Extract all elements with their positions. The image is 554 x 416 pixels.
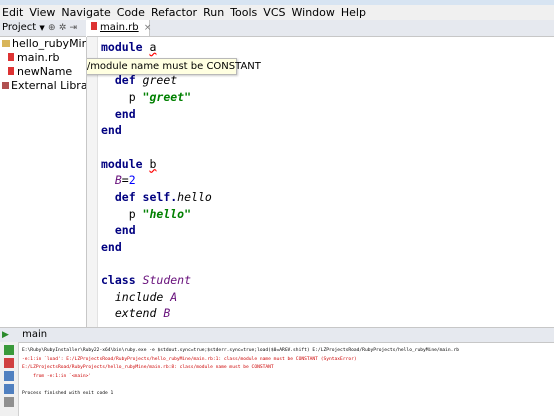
- code-token: B: [163, 306, 171, 321]
- project-view-label: Project: [2, 22, 37, 33]
- console-line: E:\Ruby\RubyInstaller\Ruby22-x64\bin\rub…: [22, 348, 459, 353]
- run-console-output[interactable]: E:\Ruby\RubyInstaller\Ruby22-x64\bin\rub…: [20, 343, 554, 416]
- tree-item-label: hello_rubyMine: [12, 37, 86, 50]
- console-line: Process finished with exit code 1: [22, 390, 114, 396]
- code-token: p: [101, 89, 143, 104]
- code-token: hello: [177, 189, 212, 204]
- tree-item-main-rb[interactable]: main.rb: [8, 51, 60, 65]
- project-panel-header: Project ▼ ⊕ ✲ ⇥: [0, 20, 86, 37]
- tree-item-external-libraries[interactable]: External Libraries: [2, 79, 87, 93]
- code-token: b: [149, 156, 157, 171]
- code-editor[interactable]: module a def greet p "greet" end end modul…: [87, 37, 554, 327]
- run-panel-header: ▶ main: [0, 327, 554, 343]
- code-line[interactable]: B=2: [101, 173, 136, 187]
- tree-item-label: main.rb: [17, 51, 60, 64]
- menu-refactor[interactable]: Refactor: [149, 5, 201, 20]
- code-line[interactable]: module b: [101, 157, 156, 171]
- ruby-file-icon: [8, 53, 14, 61]
- code-token: self.: [142, 189, 178, 204]
- library-icon: [2, 82, 9, 89]
- tab-main-rb[interactable]: main.rb ×: [87, 20, 152, 36]
- code-line[interactable]: end: [101, 240, 122, 254]
- code-token: def: [101, 73, 143, 88]
- code-line[interactable]: p "greet": [101, 90, 191, 104]
- scroll-up-icon[interactable]: [4, 371, 14, 381]
- code-line[interactable]: def greet: [101, 73, 177, 87]
- menu-bar: Edit View Navigate Code Refactor Run Tools VCS W…: [0, 5, 554, 20]
- chevron-down-icon: ▼: [39, 24, 45, 32]
- code-token: def: [101, 189, 143, 204]
- tree-item-project-root[interactable]: hello_rubyMine (D: [2, 37, 86, 51]
- menu-tools[interactable]: Tools: [228, 5, 261, 20]
- code-line[interactable]: module a: [101, 40, 156, 54]
- close-tab-icon[interactable]: ×: [144, 23, 152, 33]
- settings-icon[interactable]: ✲: [59, 23, 67, 33]
- folder-icon: [2, 40, 10, 47]
- code-token: end: [101, 106, 136, 121]
- code-line[interactable]: end: [101, 123, 122, 137]
- code-token: Student: [142, 273, 192, 288]
- rerun-icon[interactable]: [4, 345, 14, 355]
- menu-navigate[interactable]: Navigate: [59, 5, 114, 20]
- code-line[interactable]: p "hello": [101, 207, 191, 221]
- editor-tab-bar: main.rb ×: [87, 20, 554, 37]
- run-toolbar: [0, 342, 19, 416]
- code-token: extend: [114, 306, 164, 321]
- code-token: A: [170, 289, 178, 304]
- code-token: end: [101, 239, 122, 254]
- code-token: =: [121, 173, 129, 188]
- code-token: greet: [142, 73, 178, 88]
- code-token: p: [101, 206, 143, 221]
- code-token: class: [101, 273, 143, 288]
- code-line[interactable]: include A: [101, 290, 177, 304]
- code-token: "greet": [142, 89, 192, 104]
- run-icon: ▶: [2, 330, 9, 340]
- project-tree: hello_rubyMine (D main.rb newName Extern…: [0, 37, 87, 327]
- project-dropdown[interactable]: Project ▼: [0, 20, 45, 36]
- run-config-label[interactable]: main: [22, 329, 47, 340]
- menu-edit[interactable]: Edit: [0, 5, 27, 20]
- tree-item-label: newName: [17, 65, 73, 78]
- menu-vcs[interactable]: VCS: [261, 5, 289, 20]
- code-line[interactable]: extend B: [101, 306, 170, 320]
- code-token: end: [101, 223, 136, 238]
- code-line[interactable]: end: [101, 223, 136, 237]
- console-line: -e:1:in `load': E:/LZProjectsRoad/RubyPr…: [22, 356, 357, 362]
- code-token: module: [101, 40, 150, 54]
- stop-icon[interactable]: [4, 358, 14, 368]
- ruby-file-icon: [91, 22, 97, 30]
- tree-item-label: External Libraries: [11, 79, 87, 92]
- tab-label: main.rb: [100, 22, 139, 33]
- menu-view[interactable]: View: [27, 5, 59, 20]
- console-line: from -e:1:in `<main>': [22, 373, 92, 379]
- code-token: include: [114, 289, 171, 304]
- code-line[interactable]: def self.hello: [101, 190, 212, 204]
- code-line[interactable]: class Student: [101, 273, 191, 287]
- console-line: E:/LZProjectsRoad/RubyProjects/hello_rub…: [22, 365, 274, 370]
- ruby-file-icon: [8, 67, 14, 75]
- code-token: module: [101, 156, 150, 171]
- editor-gutter: [87, 37, 98, 327]
- menu-run[interactable]: Run: [201, 5, 228, 20]
- code-token: a: [149, 40, 157, 54]
- menu-code[interactable]: Code: [115, 5, 149, 20]
- code-token: B: [114, 173, 122, 188]
- scroll-down-icon[interactable]: [4, 384, 14, 394]
- tree-item-newname[interactable]: newName: [8, 65, 72, 79]
- collapse-icon[interactable]: ⇥: [69, 23, 77, 33]
- print-icon[interactable]: [4, 397, 14, 407]
- menu-help[interactable]: Help: [339, 5, 370, 20]
- code-token: "hello": [142, 206, 192, 221]
- code-token: 2: [128, 173, 136, 188]
- code-line[interactable]: end: [101, 107, 136, 121]
- error-tooltip: class/module name must be CONSTANT: [87, 58, 261, 75]
- code-token: end: [101, 123, 122, 138]
- sync-icon[interactable]: ⊕: [48, 23, 56, 33]
- menu-window[interactable]: Window: [290, 5, 339, 20]
